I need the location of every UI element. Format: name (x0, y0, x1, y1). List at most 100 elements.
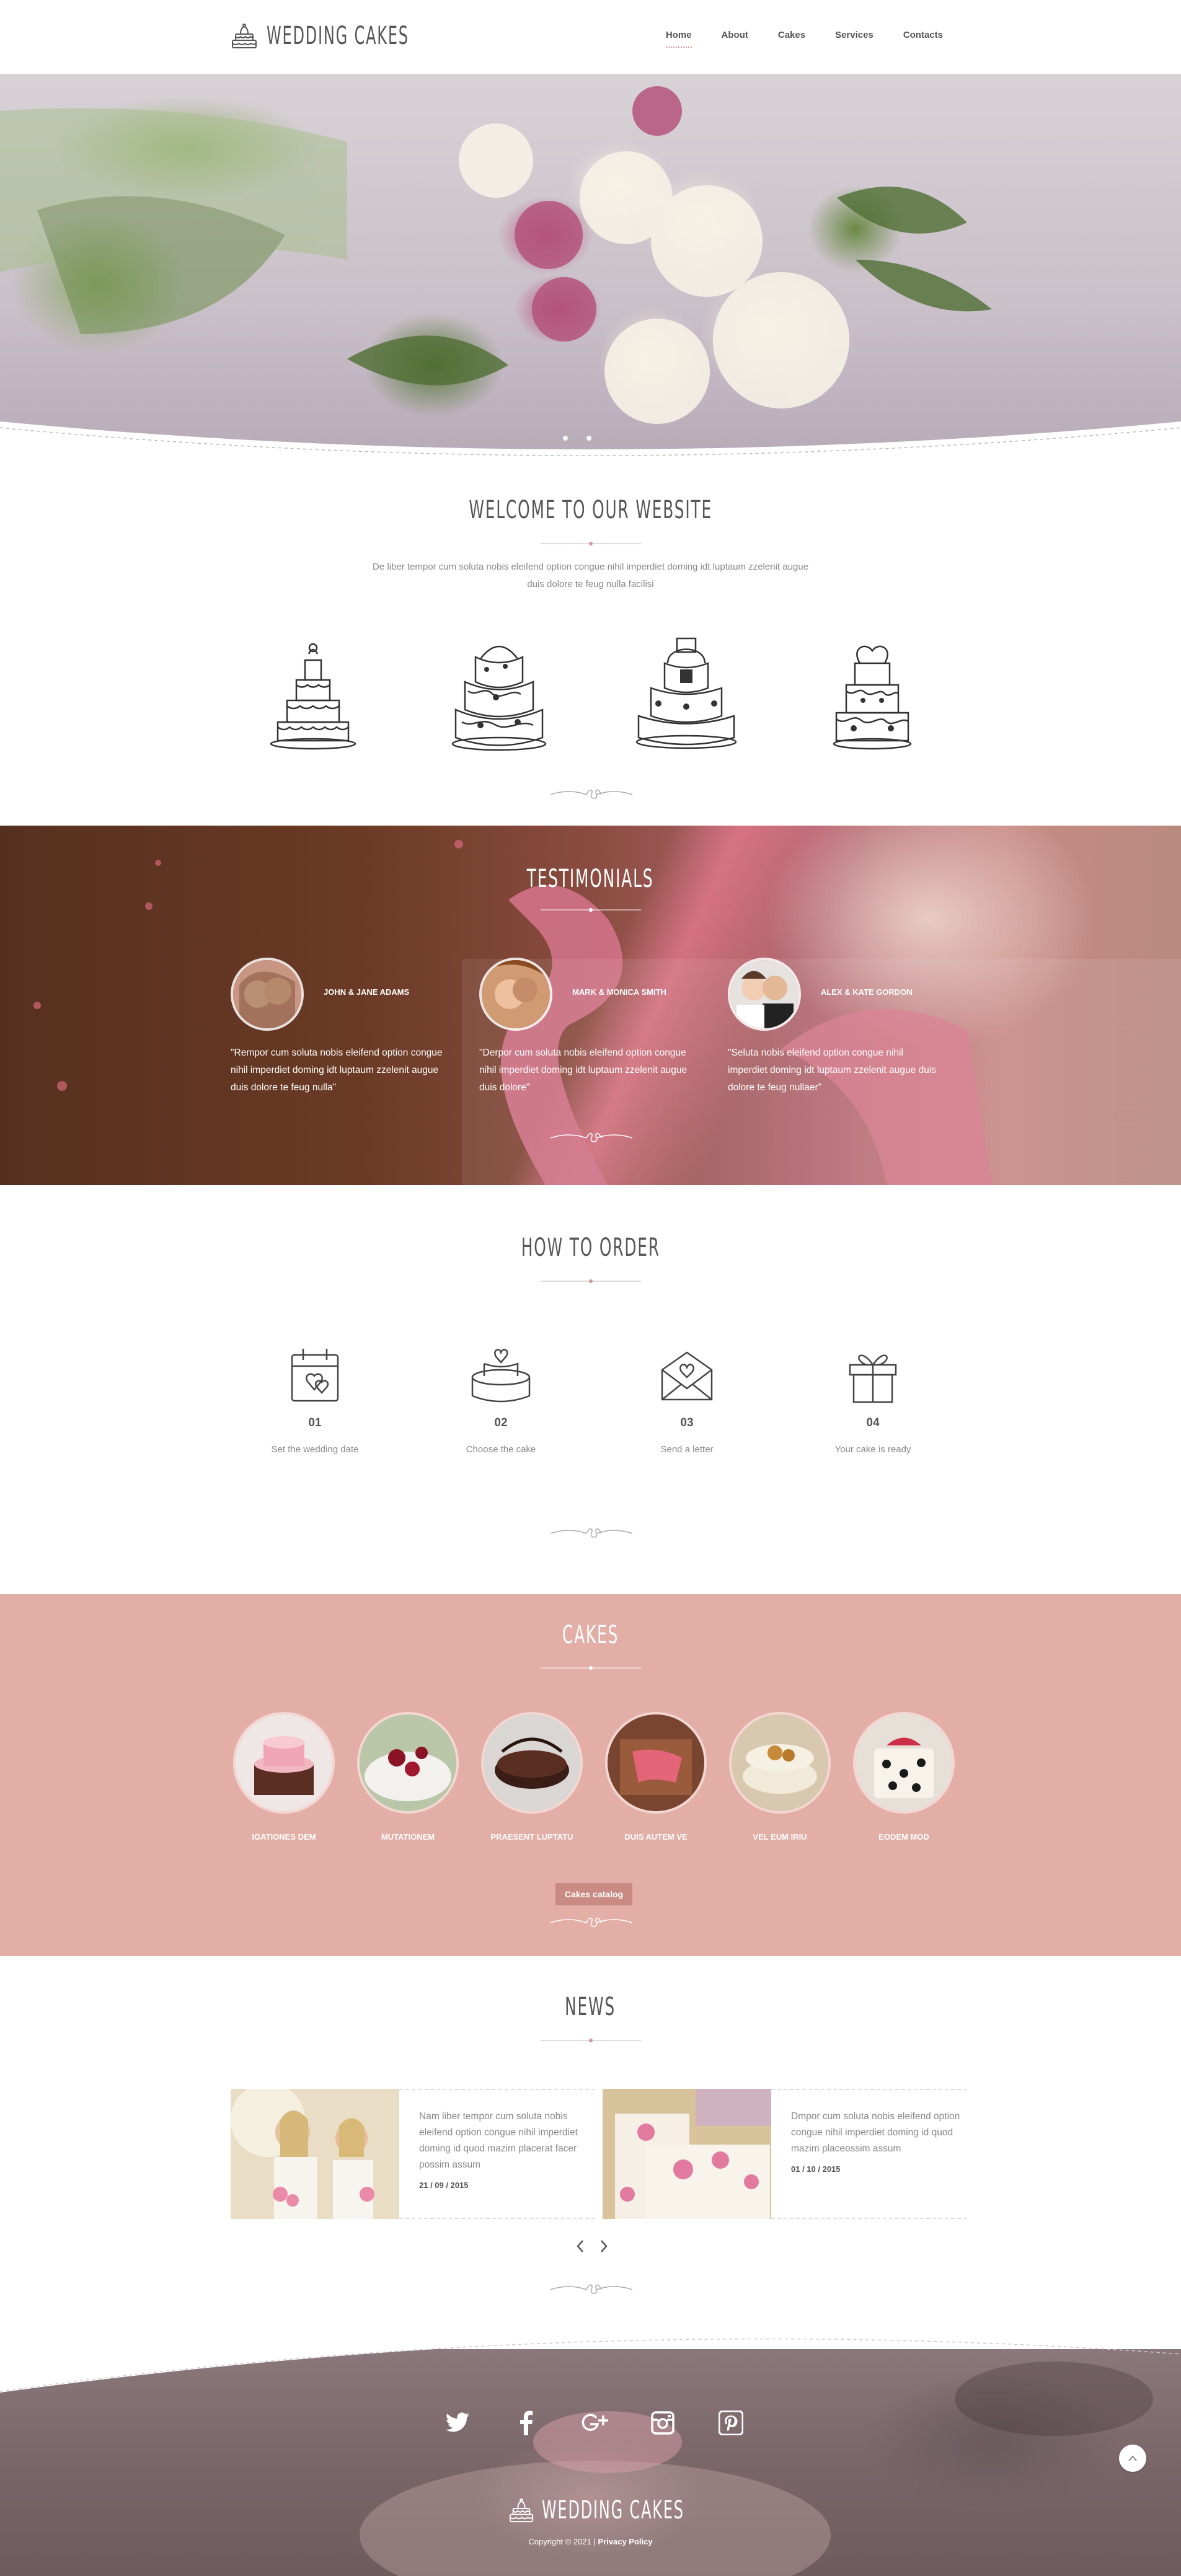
cake-sketch-3 (635, 637, 737, 749)
cakes-title: Cakes (562, 1621, 619, 1649)
cakes-title-wrap: Cakes (0, 1621, 1181, 1649)
footer-logo[interactable]: Wedding Cakes (508, 2493, 779, 2528)
cake-logo-icon (509, 2498, 534, 2523)
facebook-icon (520, 2411, 533, 2435)
calendar-heart-icon (291, 1349, 339, 1402)
news-date: 21 / 09 / 2015 (419, 2181, 469, 2190)
envelope-heart-icon (661, 1351, 713, 1401)
welcome-text: De liber tempor cum soluta nobis eleifen… (373, 562, 808, 589)
facebook-link[interactable] (510, 2406, 543, 2440)
step-number: 03 (680, 1416, 694, 1429)
nav-about[interactable]: About (707, 25, 763, 51)
cake-item[interactable]: PRAESENT LUPTATU (481, 1712, 583, 1842)
title-divider (541, 1278, 641, 1284)
news-image (231, 2089, 399, 2219)
nav-home[interactable]: Home (651, 25, 707, 51)
step-number: 02 (494, 1416, 508, 1429)
testimonial-name: ALEX & KATE GORDON (821, 987, 913, 997)
nav-cakes[interactable]: Cakes (763, 25, 820, 51)
main-nav: Home About Cakes Services Contacts (651, 25, 958, 51)
testimonial-quote: "Rempor cum soluta nobis eleifend option… (231, 1048, 443, 1093)
cake-image (853, 1712, 955, 1814)
twitter-link[interactable] (441, 2406, 475, 2440)
logo[interactable]: Wedding Cakes (231, 17, 504, 55)
order-title: How to order (521, 1233, 660, 1262)
google-plus-link[interactable] (578, 2406, 611, 2440)
copyright-text: Copyright © 2021 (528, 2537, 591, 2546)
testimonial-quote: "Derpor cum soluta nobis eleifend option… (479, 1048, 688, 1093)
step-label: Set the wedding date (271, 1444, 359, 1455)
scroll-to-top-button[interactable] (1119, 2445, 1146, 2472)
testimonials-title: Testimonials (527, 865, 654, 893)
google-plus-icon (582, 2414, 608, 2431)
slider-dots (563, 436, 591, 441)
testimonial-quote: "Seluta nobis eleifend option congue nih… (728, 1048, 937, 1093)
news-date: 01 / 10 / 2015 (791, 2164, 841, 2174)
news-item[interactable]: Nam liber tempor cum soluta nobis eleife… (231, 2089, 595, 2219)
gift-icon (849, 1354, 897, 1403)
news-title-wrap: News (0, 1993, 1181, 2021)
privacy-policy-link[interactable]: Privacy Policy (598, 2537, 652, 2546)
copyright-separator: | (593, 2537, 596, 2546)
cake-item[interactable]: MUTATIONEM (357, 1712, 459, 1842)
cake-icon (471, 1349, 531, 1403)
news-prev-arrow[interactable] (575, 2239, 585, 2258)
avatar (479, 958, 552, 1031)
step-label: Choose the cake (466, 1444, 536, 1455)
testimonial-name: MARK & MONICA SMITH (572, 987, 666, 997)
swirl-ornament (550, 1528, 633, 1538)
title-divider (541, 540, 641, 547)
cake-item[interactable]: VEL EUM IRIU (729, 1712, 831, 1842)
slider-dot[interactable] (586, 436, 591, 441)
step-label: Send a letter (660, 1444, 714, 1455)
nav-contacts[interactable]: Contacts (888, 25, 958, 51)
instagram-icon (651, 2411, 675, 2435)
slider-dot[interactable] (563, 436, 568, 441)
news-title: News (565, 1993, 616, 2021)
news-next-arrow[interactable] (599, 2239, 609, 2258)
pinterest-icon (719, 2411, 743, 2435)
step-number: 04 (866, 1416, 880, 1429)
cake-item[interactable]: IGATIONES DEM (233, 1712, 335, 1842)
news-text: Nam liber tempor cum soluta nobis eleife… (419, 2111, 578, 2170)
cake-item[interactable]: DUIS AUTEM VE (605, 1712, 707, 1842)
cake-name: IGATIONES DEM (252, 1832, 316, 1842)
title-divider (541, 2037, 641, 2044)
news-body: Nam liber tempor cum soluta nobis eleife… (399, 2089, 595, 2219)
testimonial-name: JOHN & JANE ADAMS (324, 987, 410, 997)
copyright: Copyright © 2021 | Privacy Policy (0, 2537, 1181, 2546)
social-links (441, 2406, 748, 2440)
cake-name: PRAESENT LUPTATU (490, 1832, 573, 1842)
cake-image (481, 1712, 583, 1814)
footer-logo-text: Wedding Cakes (542, 2496, 684, 2525)
instagram-link[interactable] (646, 2406, 679, 2440)
welcome-title-wrap: Welcome to our website (0, 496, 1181, 524)
cake-item[interactable]: EODEM MOD (853, 1712, 955, 1842)
cake-name: MUTATIONEM (381, 1832, 435, 1842)
swirl-ornament (550, 1132, 633, 1142)
site-header: Wedding Cakes Home About Cakes Services … (0, 0, 1181, 74)
news-image (603, 2089, 771, 2219)
cake-image (357, 1712, 459, 1814)
swirl-ornament (550, 1917, 633, 1927)
cake-name: EODEM MOD (878, 1832, 929, 1842)
chevron-left-icon (577, 2240, 583, 2252)
cake-image (605, 1712, 707, 1814)
testimonials-title-wrap: Testimonials (0, 865, 1181, 893)
avatar (231, 958, 304, 1031)
news-body: Dmpor cum soluta nobis eleifend option c… (771, 2089, 967, 2219)
news-item[interactable]: Dmpor cum soluta nobis eleifend option c… (603, 2089, 967, 2219)
cake-sketch-4 (833, 645, 912, 750)
pinterest-link[interactable] (714, 2406, 748, 2440)
cake-sketch-1 (270, 643, 356, 750)
cake-image (233, 1712, 335, 1814)
cakes-catalog-button[interactable]: Cakes catalog (555, 1883, 632, 1905)
step-label: Your cake is ready (834, 1444, 911, 1455)
cake-sketch-2 (451, 645, 547, 751)
chevron-up-icon (1128, 2455, 1137, 2461)
step-number: 01 (308, 1416, 322, 1429)
avatar (728, 958, 801, 1031)
cake-name: VEL EUM IRIU (753, 1832, 807, 1842)
news-text: Dmpor cum soluta nobis eleifend option c… (791, 2111, 960, 2154)
nav-services[interactable]: Services (820, 25, 888, 51)
